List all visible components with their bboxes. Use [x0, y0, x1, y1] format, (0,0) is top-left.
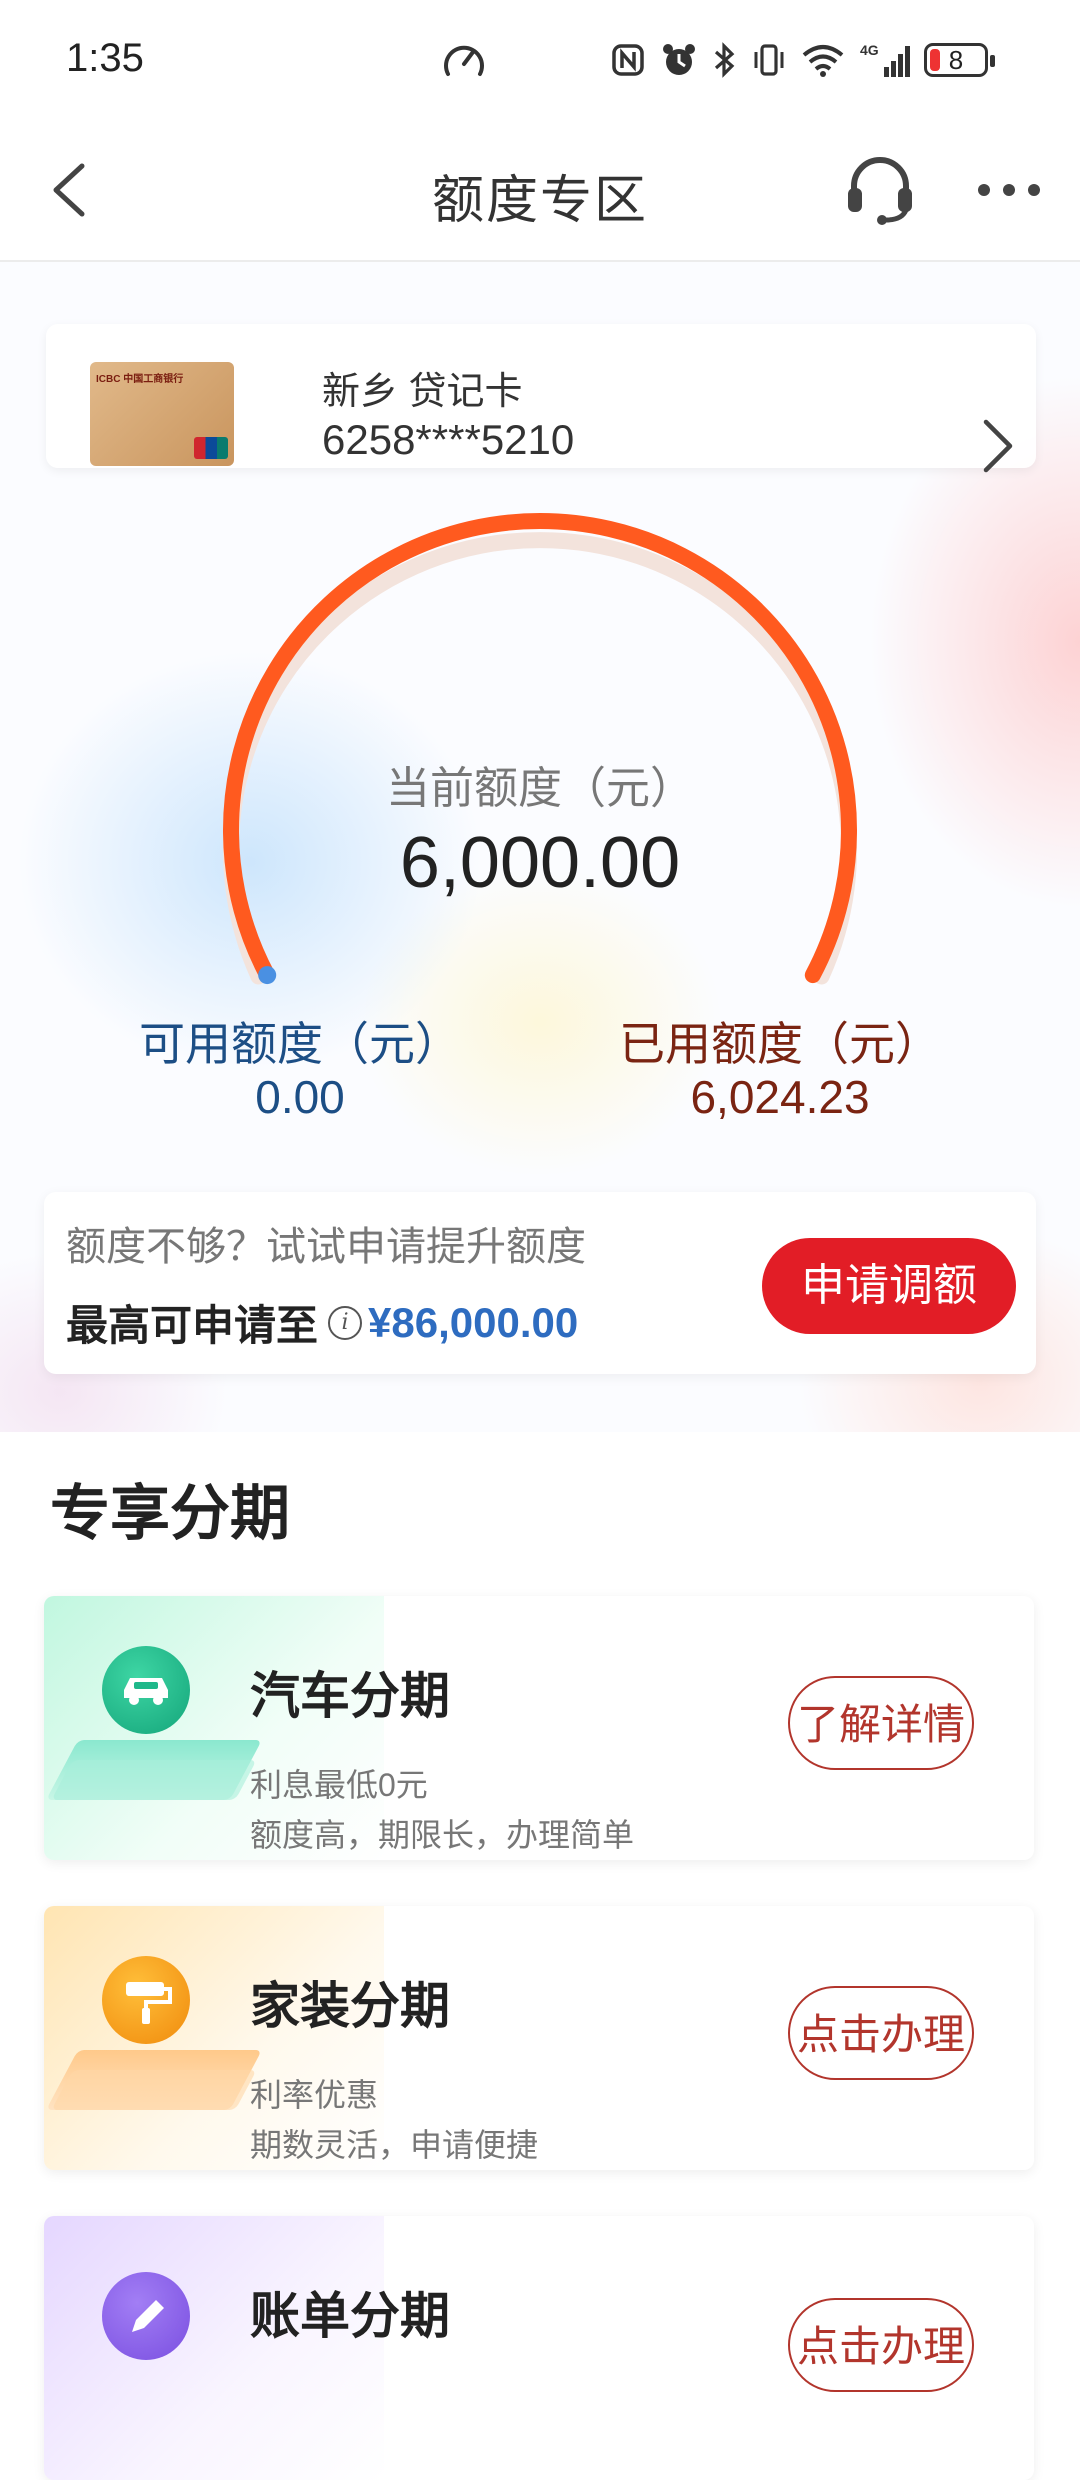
status-bar: 1:35 4G 8 — [0, 0, 1080, 120]
pen-icon — [102, 2272, 190, 2360]
available-credit-value: 0.00 — [255, 1071, 345, 1123]
promo-max-label: 最高可申请至 — [66, 1302, 319, 1349]
signal-4g-icon: 4G — [860, 42, 910, 77]
used-credit-label: 已用额度（元） — [619, 1018, 941, 1070]
more-icon[interactable] — [978, 178, 1048, 202]
list-item-home-installment[interactable]: 家装分期 利率优惠 期数灵活，申请便捷 点击办理 — [44, 1906, 1034, 2170]
available-credit-label: 可用额度（元） — [139, 1018, 461, 1070]
item-description: 额度高，期限长，办理简单 — [250, 1817, 635, 1853]
promo-text: 额度不够？试试申请提升额度 — [66, 1225, 586, 1269]
section-title: 专享分期 — [50, 1480, 290, 1547]
item-title: 汽车分期 — [250, 1668, 450, 1724]
learn-more-button[interactable]: 了解详情 — [788, 1676, 974, 1770]
item-title: 账单分期 — [250, 2288, 450, 2344]
item-description: 期数灵活，申请便捷 — [250, 2127, 539, 2163]
bluetooth-icon — [714, 42, 735, 78]
used-credit-value: 6,024.23 — [690, 1071, 870, 1123]
battery-icon: 8 — [924, 43, 995, 77]
nav-bar: 额度专区 — [0, 120, 1080, 262]
gauge-available-marker — [258, 966, 277, 985]
battery-level: 8 — [948, 44, 964, 75]
apply-adjust-button[interactable]: 申请调额 — [762, 1238, 1016, 1334]
promo-max-amount: ¥86,000.00 — [368, 1298, 579, 1346]
speedometer-icon — [444, 45, 484, 76]
paint-roller-icon — [102, 1956, 190, 2044]
status-time: 1:35 — [66, 36, 144, 80]
vibrate-icon — [754, 44, 784, 76]
credit-increase-banner: 额度不够？试试申请提升额度 最高可申请至 i ¥86,000.00 申请调额 — [44, 1192, 1036, 1374]
list-item-car-installment[interactable]: 汽车分期 利息最低0元 额度高，期限长，办理简单 了解详情 — [44, 1596, 1034, 1860]
promo-max-line: 最高可申请至 i ¥86,000.00 — [66, 1292, 578, 1353]
nfc-icon — [612, 44, 644, 76]
svg-text:4G: 4G — [860, 42, 879, 58]
headset-icon[interactable] — [840, 150, 920, 230]
gauge-used-arc — [223, 513, 857, 984]
item-subtitle: 利息最低0元 — [250, 1767, 428, 1803]
credit-overview: ICBC 中国工商银行 新乡 贷记卡 6258****5210 当前额度（元） … — [0, 262, 1080, 1432]
current-credit-label: 当前额度（元） — [386, 764, 694, 813]
apply-now-button[interactable]: 点击办理 — [788, 1986, 974, 2080]
list-item-bill-installment[interactable]: 账单分期 点击办理 — [44, 2216, 1034, 2480]
apply-now-button[interactable]: 点击办理 — [788, 2298, 974, 2392]
current-credit-value: 6,000.00 — [399, 823, 681, 903]
info-icon[interactable]: i — [328, 1305, 363, 1340]
status-icons: 4G 8 — [610, 38, 995, 82]
item-subtitle: 利率优惠 — [250, 2077, 379, 2113]
alarm-icon — [663, 44, 695, 75]
car-icon — [102, 1646, 190, 1734]
wifi-icon — [802, 45, 844, 77]
item-title: 家装分期 — [250, 1978, 450, 2034]
